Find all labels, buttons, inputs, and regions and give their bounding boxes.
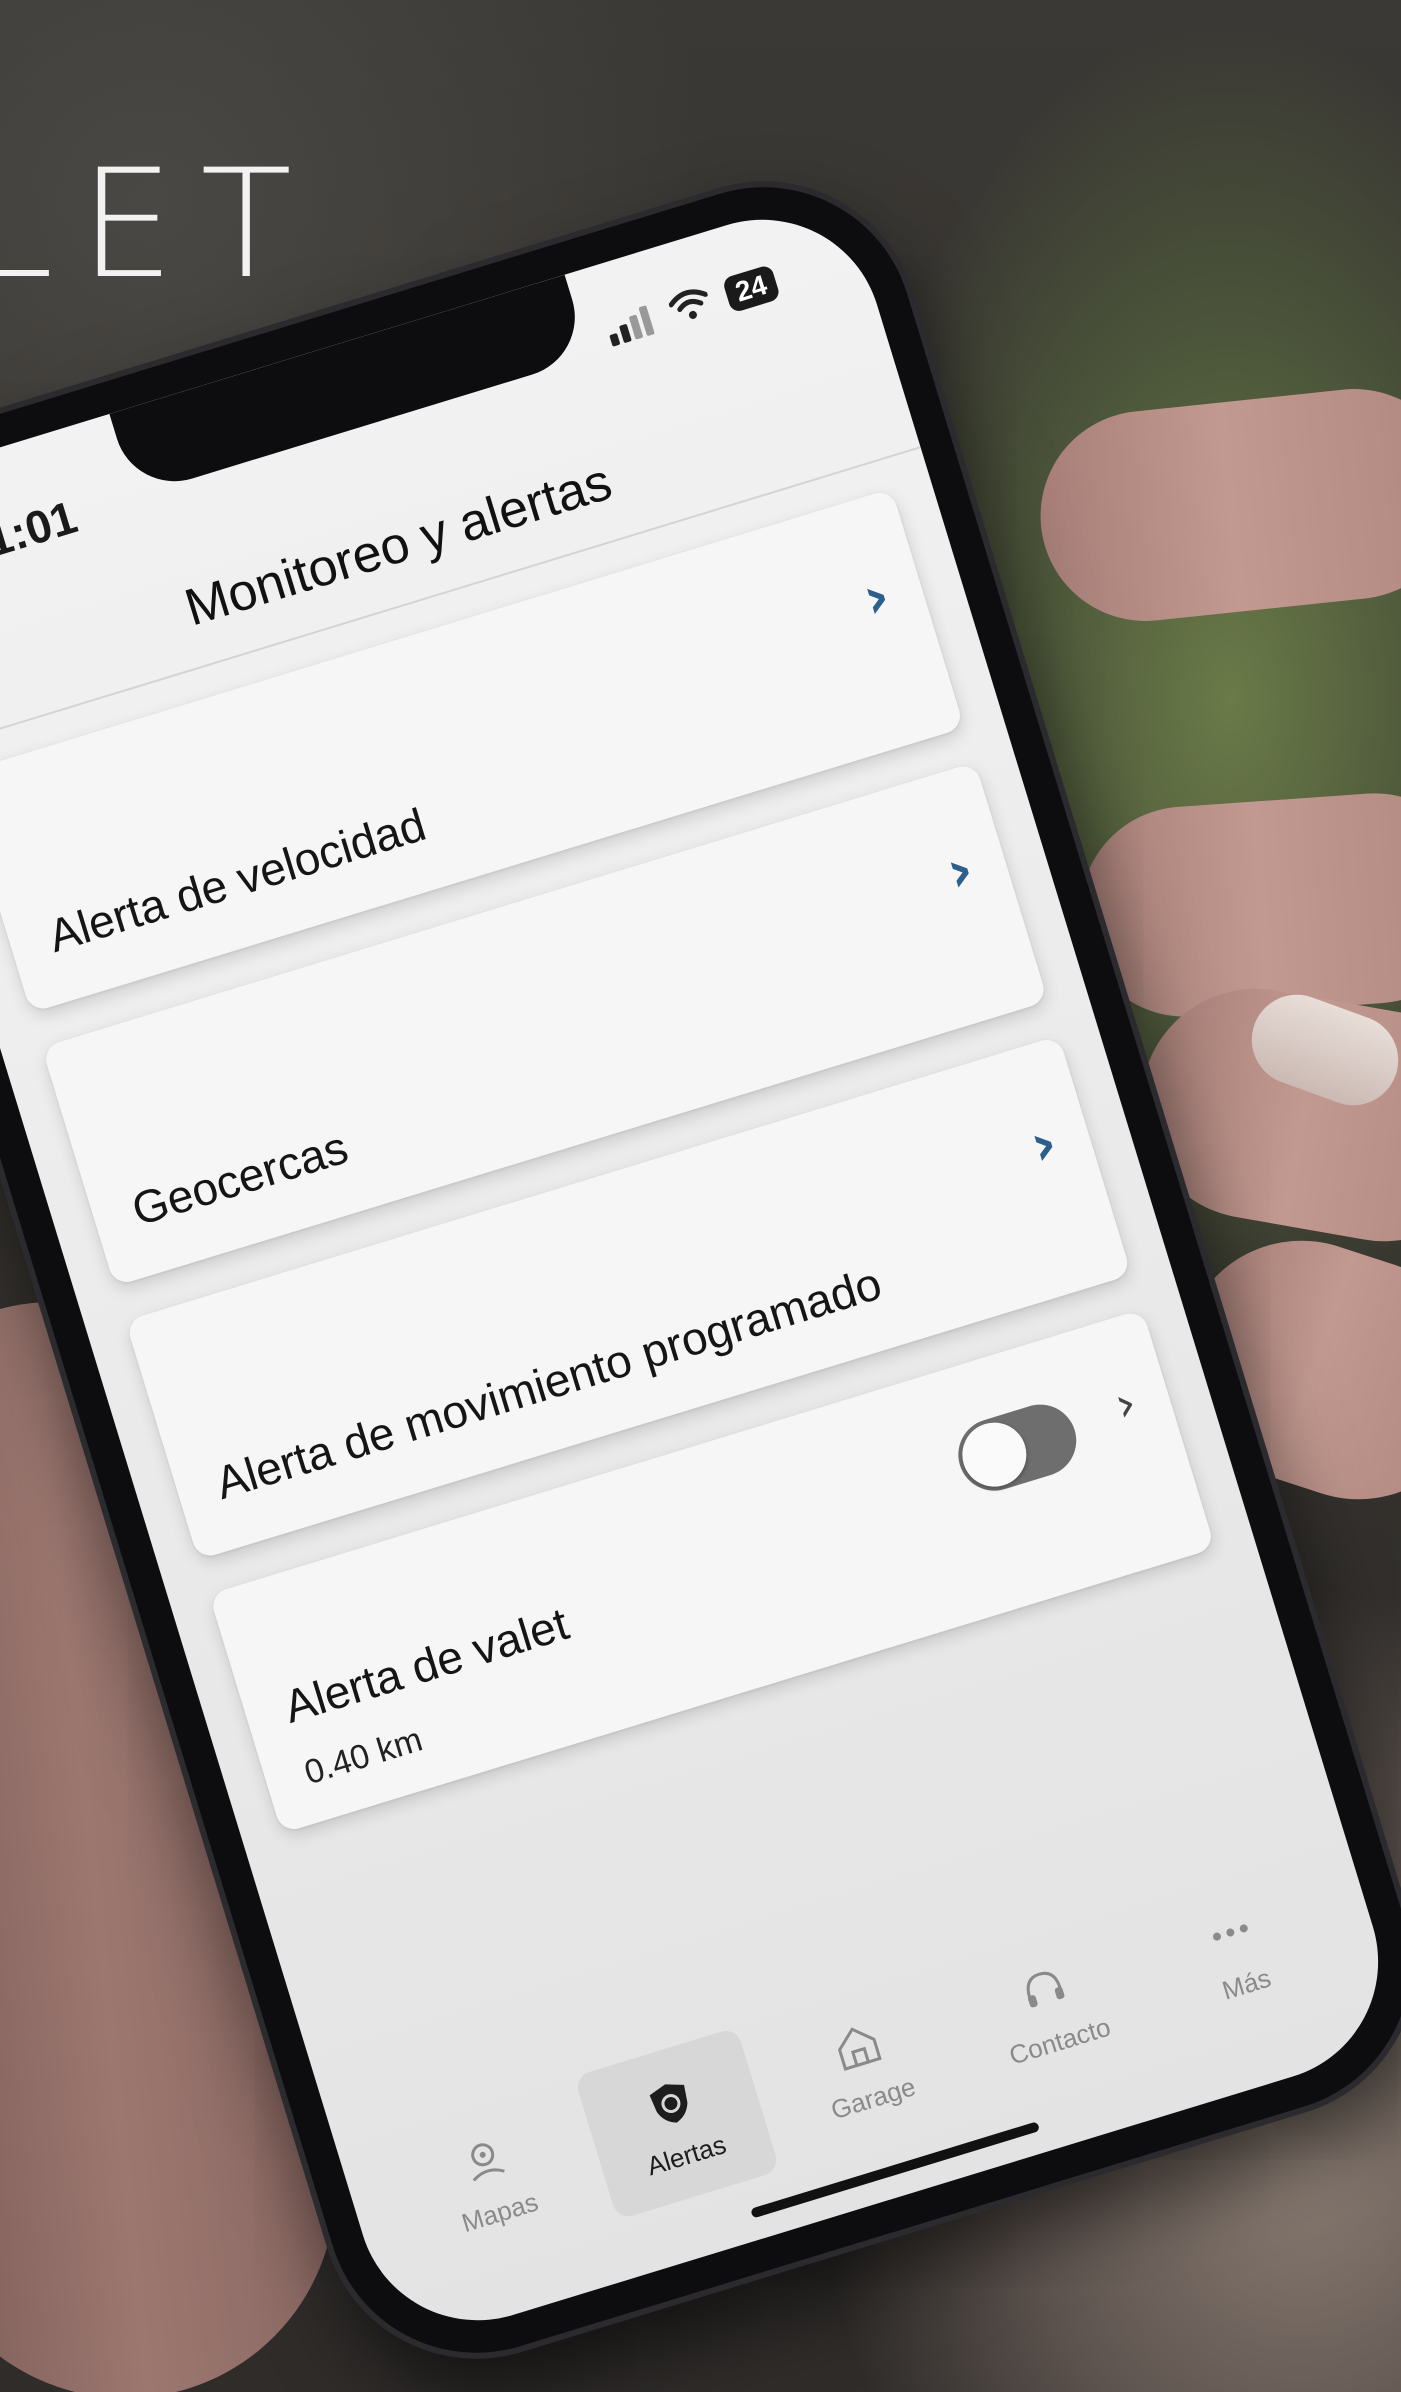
wifi-icon — [666, 284, 715, 330]
chevron-right-icon: › — [938, 834, 982, 907]
right-finger-2 — [1073, 786, 1401, 1024]
status-time: 21:01 — [0, 490, 83, 575]
tab-contacto[interactable]: Contacto — [947, 1913, 1153, 2106]
more-icon — [1197, 1898, 1264, 1965]
signal-icon — [604, 304, 659, 347]
chevron-right-icon: › — [1022, 1107, 1065, 1180]
tab-label: Más — [1218, 1962, 1275, 2006]
tab-alertas[interactable]: Alertas — [573, 2027, 781, 2221]
right-finger-1 — [1030, 378, 1401, 632]
tab-mapas[interactable]: Mapas — [387, 2084, 593, 2277]
map-pin-icon — [450, 2126, 517, 2193]
chevron-right-icon[interactable]: › — [1108, 1374, 1143, 1433]
tab-label: Mapas — [457, 2186, 542, 2238]
tab-label: Contacto — [1005, 2011, 1114, 2071]
toggle-knob — [954, 1414, 1035, 1495]
status-icons: 24 — [603, 264, 781, 350]
valet-distance: 0.40 km — [300, 1720, 427, 1793]
tab-label: Alertas — [643, 2128, 730, 2181]
chevron-right-icon: › — [855, 560, 898, 633]
tab-garage[interactable]: Garage — [760, 1970, 966, 2163]
valet-toggle[interactable] — [949, 1395, 1086, 1500]
scene: LET 21:01 24 Monitoreo y alertas Alerta … — [0, 0, 1401, 2392]
list-item-label: Alerta de velocidad — [42, 797, 432, 963]
list-item-label: Geocercas — [125, 1120, 354, 1236]
home-icon — [824, 2012, 891, 2079]
tab-mas[interactable]: Más — [1134, 1856, 1340, 2049]
shield-icon — [637, 2069, 704, 2136]
battery-icon: 24 — [721, 264, 781, 314]
background-title: LET — [0, 138, 318, 312]
list-item-label: Alerta de valet — [277, 1597, 575, 1733]
headset-icon — [1010, 1955, 1077, 2022]
